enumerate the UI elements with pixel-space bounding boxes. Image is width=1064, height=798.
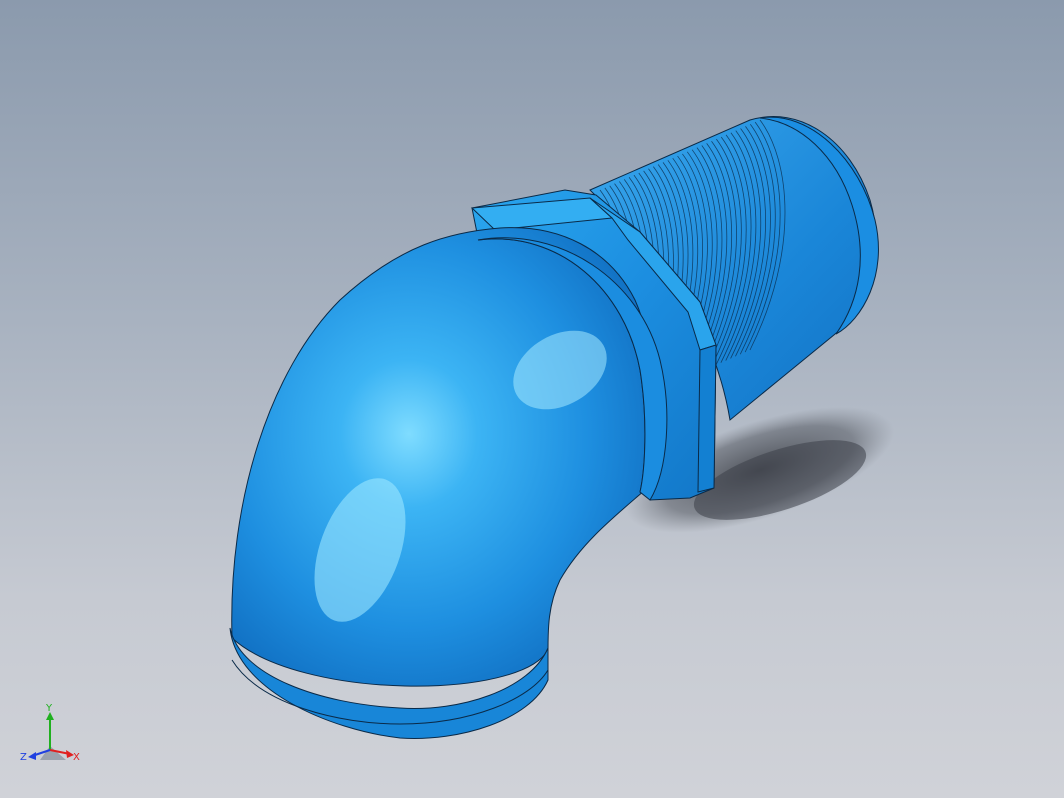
z-axis-arrow — [28, 752, 36, 760]
x-axis-label: X — [73, 752, 80, 763]
elbow-fitting-model[interactable] — [0, 0, 1064, 798]
coordinate-triad: Y X Z — [20, 703, 80, 763]
elbow-body[interactable] — [231, 227, 668, 687]
y-axis-label: Y — [45, 703, 53, 714]
hex-face-front — [697, 344, 717, 493]
z-axis-label: Z — [20, 752, 27, 763]
graphics-viewport[interactable]: Y X Z — [0, 0, 1064, 798]
